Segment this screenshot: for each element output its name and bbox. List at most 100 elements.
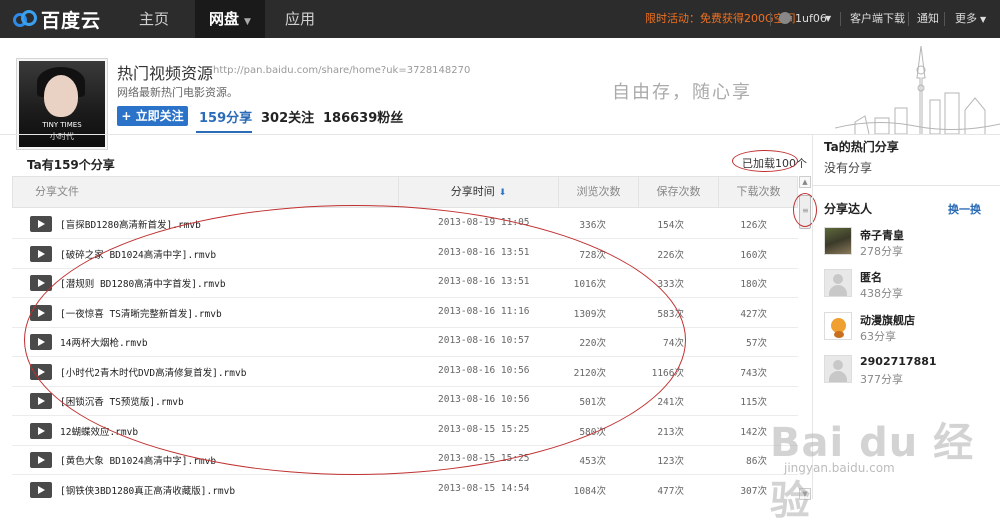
nav-netdisk[interactable]: 网盘 ▼ [195, 0, 265, 38]
share-time: 2013-08-16 13:51 [438, 276, 530, 287]
file-name-link[interactable]: [盲探BD1280高清新首发].rmvb [60, 217, 201, 231]
file-name-link[interactable]: [黄色大象 BD1024高清中字].rmvb [60, 453, 216, 467]
file-name-link[interactable]: [潜规则 BD1280高清中字首发].rmvb [60, 276, 226, 290]
tab-following[interactable]: 302关注 [261, 107, 314, 126]
download-count: 743次 [740, 367, 767, 379]
avatar[interactable] [824, 355, 852, 383]
column-header-time[interactable]: 分享时间 ⬇ [398, 177, 558, 207]
tab-fans[interactable]: 186639粉丝 [323, 107, 403, 126]
sharer-count: 278分享 [860, 245, 903, 258]
scroll-up-icon[interactable]: ▲ [799, 176, 811, 188]
video-file-icon [30, 275, 52, 291]
download-count: 126次 [740, 220, 767, 231]
avatar[interactable] [824, 312, 852, 340]
file-name-link[interactable]: [钢铁侠3BD1280真正高清收藏版].rmvb [60, 483, 235, 497]
sharer-name[interactable]: 匿名 [860, 269, 882, 285]
view-count: 453次 [579, 456, 606, 467]
share-time: 2013-08-19 11:05 [438, 217, 530, 228]
video-file-icon [30, 334, 52, 350]
table-row[interactable]: [破碎之家 BD1024高清中字].rmvb 2013-08-16 13:51 … [12, 239, 798, 269]
logo-text: 百度云 [41, 9, 102, 32]
divider [944, 12, 945, 26]
tab-shares[interactable]: 159分享 [199, 107, 252, 126]
sharer-item[interactable]: 帝子青皇 278分享 [824, 227, 994, 267]
share-rows: [盲探BD1280高清新首发].rmvb 2013-08-19 11:05 33… [12, 209, 798, 500]
sort-desc-icon: ⬇ [498, 188, 507, 198]
file-name-link[interactable]: 14两杯大烟枪.rmvb [60, 335, 148, 349]
video-file-icon [30, 363, 52, 380]
video-file-icon [30, 393, 52, 409]
save-count: 333次 [657, 279, 684, 290]
column-header-saves[interactable]: 保存次数 [638, 177, 718, 207]
column-header-views[interactable]: 浏览次数 [558, 177, 638, 207]
share-owner-title: 热门视频资源 [117, 64, 214, 83]
table-row[interactable]: [小时代2青木时代DVD高清修复首发].rmvb 2013-08-16 10:5… [12, 357, 798, 387]
cloud-logo-icon [13, 7, 37, 31]
share-time: 2013-08-15 14:54 [438, 482, 530, 494]
sharer-name[interactable]: 帝子青皇 [860, 227, 904, 243]
more-menu[interactable]: 更多 ▼ [955, 0, 986, 39]
column-header-downloads[interactable]: 下载次数 [718, 177, 798, 207]
table-row[interactable]: 14两杯大烟枪.rmvb 2013-08-16 10:57 220次 74次 5… [12, 327, 798, 357]
view-count: 501次 [579, 397, 606, 408]
divider [908, 12, 909, 26]
column-header-file[interactable]: 分享文件 [13, 177, 398, 207]
table-row[interactable]: [盲探BD1280高清新首发].rmvb 2013-08-19 11:05 33… [12, 209, 798, 239]
chevron-down-icon[interactable]: ▼ [825, 0, 831, 38]
share-time: 2013-08-15 15:25 [438, 423, 530, 435]
view-count: 336次 [579, 220, 606, 231]
top-sharers-title: 分享达人 [824, 202, 873, 216]
sharer-name[interactable]: 2902717881 [860, 355, 937, 368]
view-count: 580次 [579, 426, 606, 438]
save-count: 74次 [663, 338, 684, 349]
share-count-title: Ta有159个分享 [27, 158, 115, 172]
promo-link[interactable]: 限时活动：免费获得200G空间 [645, 0, 796, 38]
avatar[interactable] [824, 269, 852, 297]
avatar-caption: TINY TIMES [42, 121, 82, 129]
file-name-link[interactable]: [小时代2青木时代DVD高清修复首发].rmvb [60, 365, 246, 379]
sharer-item[interactable]: 2902717881 377分享 [824, 355, 994, 395]
save-count: 583次 [657, 308, 684, 320]
save-count: 477次 [657, 485, 684, 497]
save-count: 226次 [657, 249, 684, 261]
username-link[interactable]: 1uf06 [795, 0, 827, 38]
client-download-link[interactable]: 客户端下载 [850, 0, 905, 38]
file-name-link[interactable]: 12蝴蝶效应.rmvb [60, 424, 138, 438]
file-name-link[interactable]: [困锁沉香 TS预览版].rmvb [60, 394, 184, 408]
active-tab-indicator [196, 131, 252, 133]
download-count: 427次 [740, 308, 767, 320]
view-count: 728次 [579, 249, 606, 261]
sharer-item[interactable]: 匿名 438分享 [824, 269, 994, 309]
share-time: 2013-08-16 10:56 [438, 394, 530, 405]
hot-shares-empty: 没有分享 [824, 161, 873, 175]
table-row[interactable]: 12蝴蝶效应.rmvb 2013-08-15 15:25 580次 213次 1… [12, 416, 798, 446]
hot-shares-title: Ta的热门分享 [824, 140, 899, 154]
share-time: 2013-08-16 10:57 [438, 335, 530, 346]
file-name-link[interactable]: [破碎之家 BD1024高清中字].rmvb [60, 247, 216, 261]
video-file-icon [30, 422, 52, 439]
nav-home[interactable]: 主页 [122, 0, 186, 38]
save-count: 1166次 [651, 367, 684, 379]
scroll-down-icon[interactable]: ▼ [799, 488, 811, 500]
avatar[interactable] [824, 227, 852, 255]
view-count: 1084次 [573, 485, 606, 497]
sharer-count: 438分享 [860, 287, 903, 300]
table-row[interactable]: [潜规则 BD1280高清中字首发].rmvb 2013-08-16 13:51… [12, 268, 798, 298]
video-file-icon [30, 452, 52, 468]
nav-apps[interactable]: 应用 [270, 0, 330, 38]
table-row[interactable]: [黄色大象 BD1024高清中字].rmvb 2013-08-15 15:25 … [12, 445, 798, 475]
file-name-link[interactable]: [一夜惊喜 TS清晰完整新首发].rmvb [60, 306, 222, 320]
baidu-cloud-logo[interactable]: 百度云 [13, 7, 102, 32]
share-home-url[interactable]: http://pan.baidu.com/share/home?uk=37281… [213, 65, 470, 76]
table-row[interactable]: [一夜惊喜 TS清晰完整新首发].rmvb 2013-08-16 11:16 1… [12, 298, 798, 328]
sharer-item[interactable]: 动漫旗舰店 63分享 [824, 312, 994, 352]
table-row[interactable]: [钢铁侠3BD1280真正高清收藏版].rmvb 2013-08-15 14:5… [12, 475, 798, 501]
user-avatar-icon[interactable] [779, 12, 791, 24]
share-list-panel: Ta有159个分享 已加载100个 分享文件 分享时间 ⬇ 浏览次数 保存次数 下… [0, 134, 812, 500]
refresh-sharers-link[interactable]: 换一换 [948, 201, 981, 217]
table-row[interactable]: [困锁沉香 TS预览版].rmvb 2013-08-16 10:56 501次 … [12, 386, 798, 416]
follow-button[interactable]: + 立即关注 [117, 106, 188, 126]
sharer-name[interactable]: 动漫旗舰店 [860, 312, 915, 328]
share-time: 2013-08-16 10:56 [438, 364, 530, 376]
notifications-link[interactable]: 通知 [917, 0, 939, 38]
